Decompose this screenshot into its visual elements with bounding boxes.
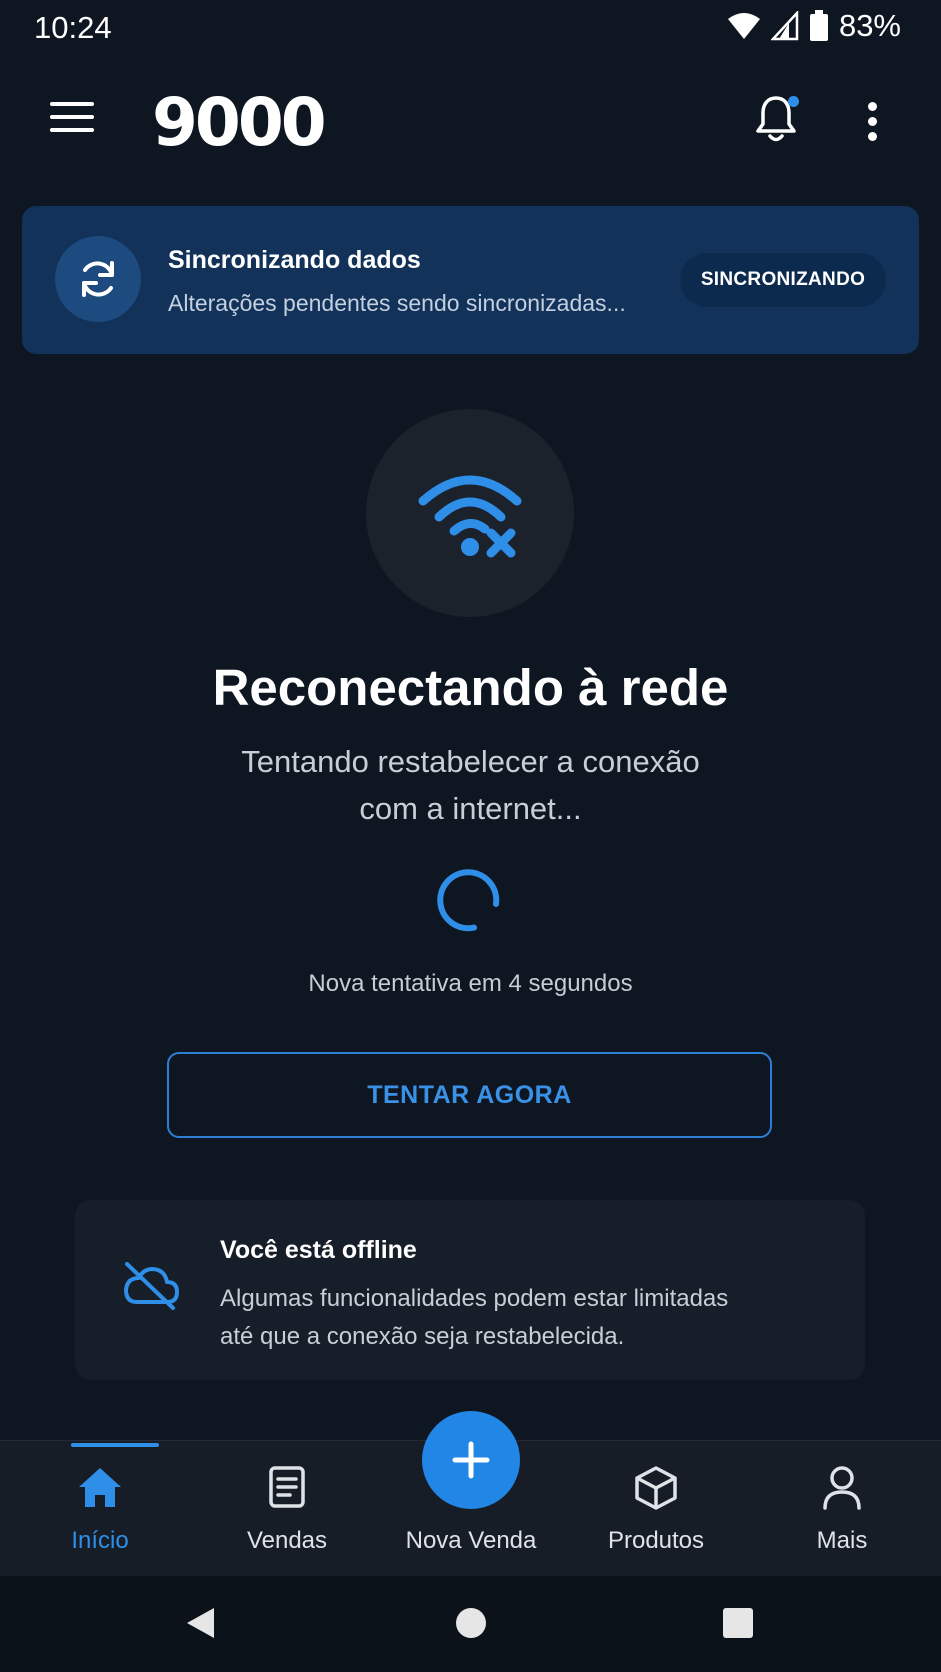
reconnecting-subtitle-line2: com a internet... — [359, 791, 582, 826]
sync-banner: Sincronizando dados Alterações pendentes… — [22, 206, 919, 354]
cell-signal-icon — [770, 11, 799, 41]
loading-spinner-icon — [437, 869, 500, 932]
retry-countdown: Nova tentativa em 4 segundos — [308, 970, 633, 997]
status-bar: 10:24 83% — [0, 0, 941, 58]
reconnecting-subtitle-line1: Tentando restabelecer a conexão — [241, 744, 700, 779]
nav-label-nova-venda: Nova Venda — [405, 1527, 537, 1554]
offline-description-line2: até que a conexão seja restabelecida. — [220, 1323, 625, 1350]
notification-bell-icon[interactable] — [754, 94, 804, 148]
sync-subtitle: Alterações pendentes sendo sincronizadas… — [168, 290, 626, 316]
offline-description-line1: Algumas funcionalidades podem estar limi… — [220, 1285, 729, 1312]
home-circle-icon[interactable] — [455, 1606, 487, 1640]
nav-label-produtos: Produtos — [607, 1527, 705, 1554]
nav-item-vendas[interactable]: Vendas — [202, 1441, 372, 1577]
notification-dot — [788, 96, 799, 107]
reconnecting-title: Reconectando à rede — [212, 659, 729, 716]
cloud-off-icon — [124, 1262, 179, 1310]
nav-item-mais[interactable]: Mais — [757, 1441, 927, 1577]
wifi-signal-icon — [727, 13, 760, 39]
offline-title: Você está offline — [220, 1236, 417, 1264]
wifi-off-icon — [366, 409, 574, 617]
nav-label-mais: Mais — [816, 1527, 868, 1554]
nav-label-inicio: Início — [71, 1527, 129, 1554]
sync-icon — [55, 236, 141, 322]
system-navigation-bar — [0, 1576, 941, 1672]
retry-now-button[interactable]: TENTAR AGORA — [167, 1052, 772, 1138]
app-bar: 9000 — [0, 74, 941, 166]
hamburger-menu-icon[interactable] — [50, 102, 94, 138]
offline-description: Algumas funcionalidades podem estar limi… — [220, 1280, 820, 1356]
new-sale-fab[interactable] — [422, 1411, 520, 1509]
box-icon — [635, 1466, 677, 1510]
active-tab-indicator — [71, 1443, 159, 1447]
nav-label-vendas: Vendas — [246, 1527, 328, 1554]
reconnecting-subtitle: Tentando restabelecer a conexão com a in… — [170, 738, 771, 832]
person-icon — [823, 1466, 861, 1510]
app-logo: 9000 — [152, 84, 327, 161]
battery-percent: 83% — [838, 8, 901, 43]
back-icon[interactable] — [184, 1606, 216, 1640]
status-time: 10:24 — [34, 10, 112, 45]
offline-card: Você está offline Algumas funcionalidade… — [75, 1200, 865, 1380]
app-screen: 10:24 83% 9000 Sincronizando dados Alter… — [0, 0, 941, 1672]
receipt-icon — [269, 1466, 305, 1508]
status-icons: 83% — [727, 8, 901, 44]
nav-item-inicio[interactable]: Início — [15, 1441, 185, 1577]
sync-title: Sincronizando dados — [168, 246, 421, 274]
nav-item-produtos[interactable]: Produtos — [571, 1441, 741, 1577]
sync-status-badge: SINCRONIZANDO — [680, 253, 886, 307]
more-options-icon[interactable] — [862, 102, 882, 142]
recents-icon[interactable] — [722, 1606, 754, 1640]
plus-icon — [452, 1441, 490, 1479]
home-icon — [79, 1468, 121, 1507]
battery-icon — [809, 10, 828, 41]
